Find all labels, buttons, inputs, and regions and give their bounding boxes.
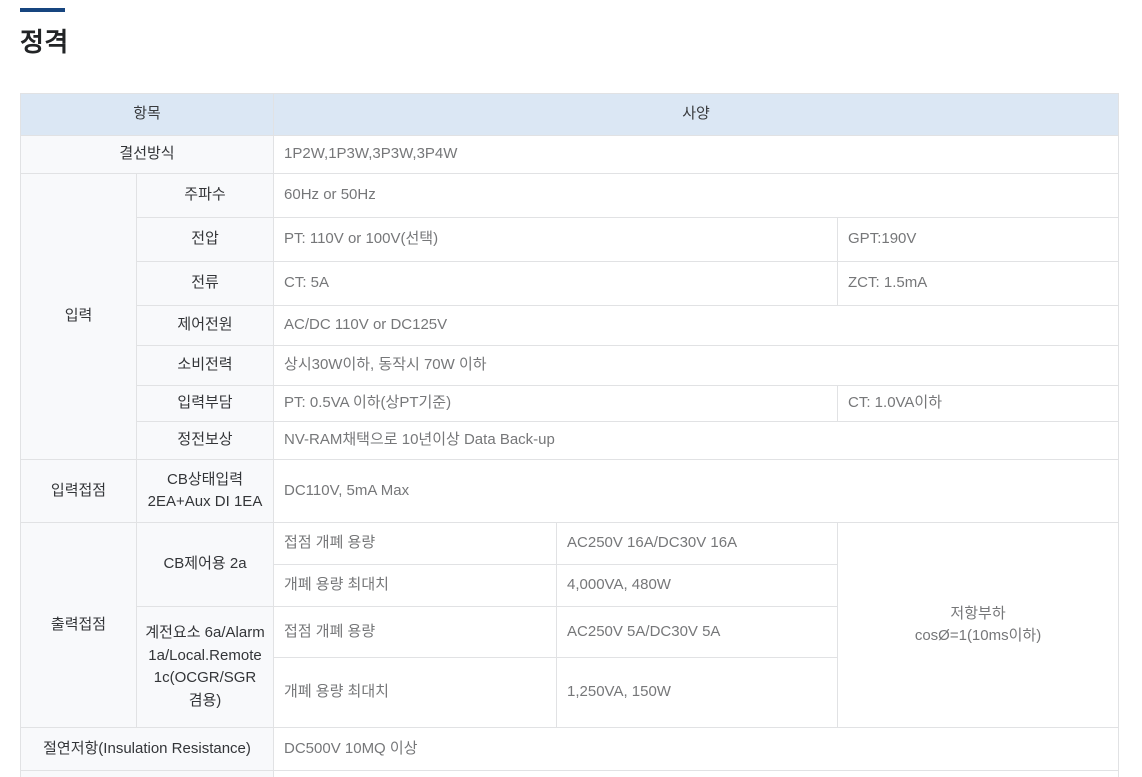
current-label: 전류 (135, 261, 275, 306)
output-row-3-label: 개폐 용량 최대치 (273, 657, 558, 728)
output-row-1-value: 4,000VA, 480W (556, 564, 839, 607)
relay-element-label: 계전요소 6a/Alarm 1a/Local.Remote 1c(OCGR/SG… (135, 606, 275, 728)
row-input-frequency: 입력 주파수 60Hz or 50Hz (20, 173, 1120, 460)
frequency-value: 60Hz or 50Hz (273, 173, 1120, 218)
row-input-burden: 입력부담 PT: 0.5VA 이하(상PT기준) CT: 1.0VA이하 (21, 385, 1120, 422)
output-contact-group-label: 출력접점 (20, 522, 137, 728)
cb-control-label: CB제어용 2a (135, 522, 275, 607)
output-row-0-label: 접점 개폐 용량 (273, 522, 558, 565)
burden-value-2: CT: 1.0VA이하 (837, 385, 1120, 422)
current-value-2: ZCT: 1.5mA (837, 261, 1120, 306)
control-power-label: 제어전원 (135, 305, 275, 346)
resistive-load-line-1: 저항부하 (950, 604, 1006, 622)
row-input-contact: 입력접점 CB상태입력 2EA+Aux DI 1EA DC110V, 5mA M… (20, 459, 1120, 523)
row-input-current: 전류 CT: 5A ZCT: 1.5mA (21, 261, 1120, 306)
row-input-control-power: 제어전원 AC/DC 110V or DC125V (21, 305, 1120, 346)
voltage-label: 전압 (135, 217, 275, 262)
control-power-value: AC/DC 110V or DC125V (273, 305, 1120, 346)
output-row-2-label: 접점 개폐 용량 (273, 606, 558, 658)
row-input-voltage: 전압 PT: 110V or 100V(선택) GPT:190V (21, 217, 1120, 262)
header-cell-spec: 사양 (273, 93, 1120, 136)
next-row-value-clipped (273, 770, 1120, 777)
output-row-3-value: 1,250VA, 150W (556, 657, 839, 728)
voltage-value: PT: 110V or 100V(선택) (273, 217, 839, 262)
wiring-value: 1P2W,1P3W,3P3W,3P4W (273, 135, 1120, 174)
spec-table: 항목 사양 결선방식 1P2W,1P3W,3P3W,3P4W 입력 주파수 60… (19, 93, 1120, 777)
row-output-cb-capacity: 출력접점 CB제어용 2a 접점 개폐 용량 AC250V 16A/DC30V … (20, 522, 1120, 728)
consumption-value: 상시30W이하, 동작시 70W 이하 (273, 345, 1120, 386)
section-accent-bar (20, 8, 65, 12)
row-next-clipped (19, 770, 1120, 777)
row-insulation: 절연저항(Insulation Resistance) DC500V 10MQ … (19, 727, 1120, 771)
wiring-label: 결선방식 (19, 135, 275, 174)
insulation-value: DC500V 10MQ 이상 (273, 727, 1120, 771)
consumption-label: 소비전력 (135, 345, 275, 386)
header-row: 항목 사양 (19, 93, 1120, 136)
frequency-label: 주파수 (135, 173, 275, 218)
row-input-backup: 정전보상 NV-RAM채택으로 10년이상 Data Back-up (21, 421, 1120, 460)
output-row-0-value: AC250V 16A/DC30V 16A (556, 522, 839, 565)
header-cell-item: 항목 (19, 93, 275, 136)
burden-label: 입력부담 (135, 385, 275, 422)
input-contact-group-label: 입력접점 (20, 459, 137, 523)
row-wiring: 결선방식 1P2W,1P3W,3P3W,3P4W (19, 135, 1120, 174)
backup-label: 정전보상 (135, 421, 275, 460)
page-title: 정격 (20, 27, 69, 57)
current-value: CT: 5A (273, 261, 839, 306)
next-row-label-clipped (19, 770, 275, 777)
input-contact-value: DC110V, 5mA Max (273, 459, 1120, 523)
resistive-load-line-2: cosØ=1(10ms이하) (914, 627, 1042, 644)
insulation-label: 절연저항(Insulation Resistance) (19, 727, 275, 771)
burden-value: PT: 0.5VA 이하(상PT기준) (273, 385, 839, 422)
resistive-load-note: 저항부하 cosØ=1(10ms이하) (837, 522, 1120, 728)
voltage-value-2: GPT:190V (837, 217, 1120, 262)
output-row-1-label: 개폐 용량 최대치 (273, 564, 558, 607)
spec-page: 정격 항목 사양 결선방식 1P2W,1P3W,3P3W,3P4W 입력 주파수… (0, 0, 1142, 777)
input-group-label: 입력 (20, 173, 137, 460)
input-contact-label: CB상태입력 2EA+Aux DI 1EA (135, 459, 275, 523)
output-row-2-value: AC250V 5A/DC30V 5A (556, 606, 839, 658)
row-input-consumption: 소비전력 상시30W이하, 동작시 70W 이하 (21, 345, 1120, 386)
backup-value: NV-RAM채택으로 10년이상 Data Back-up (273, 421, 1120, 460)
